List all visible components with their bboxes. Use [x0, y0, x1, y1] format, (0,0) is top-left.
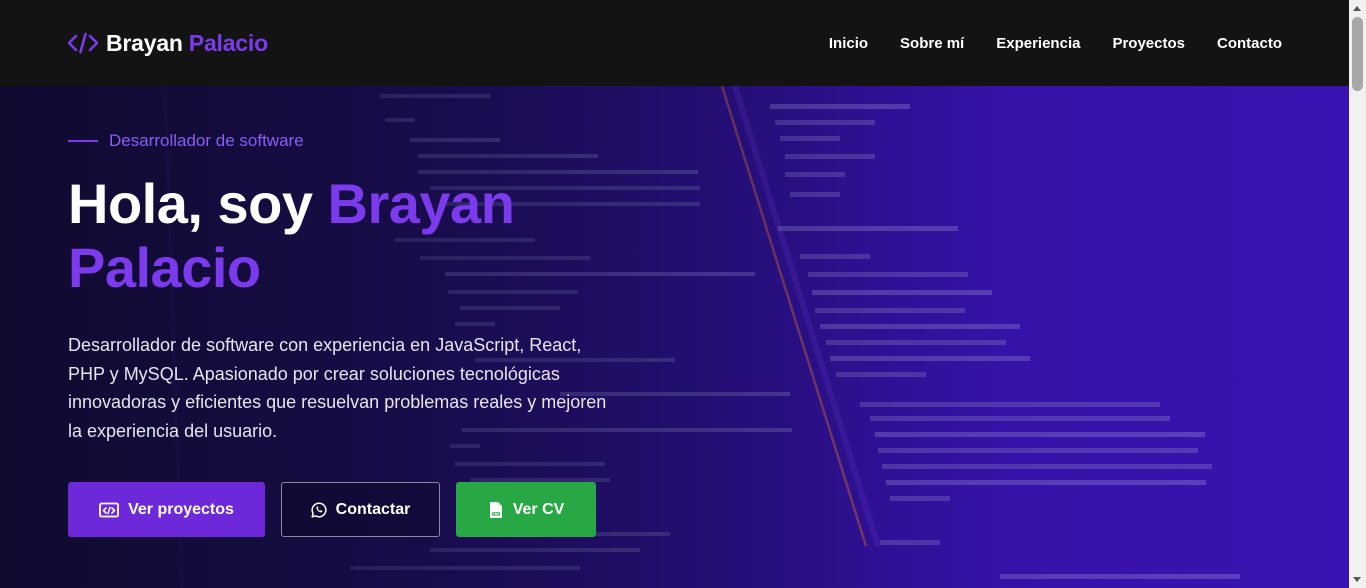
- hero-eyebrow-text: Desarrollador de software: [109, 131, 304, 150]
- pdf-file-icon: PDF: [488, 501, 504, 519]
- code-icon: [68, 32, 98, 54]
- hero-description: Desarrollador de software con experienci…: [68, 335, 607, 441]
- view-projects-label: Ver proyectos: [128, 500, 234, 518]
- page-scrollbar[interactable]: [1349, 0, 1366, 588]
- nav-item-proyectos[interactable]: Proyectos: [1112, 35, 1185, 52]
- hero-section: Desarrollador de software Hola, soy Bray…: [0, 86, 1349, 588]
- contact-label: Contactar: [335, 500, 411, 518]
- hero-eyebrow: Desarrollador de software: [68, 131, 304, 151]
- navbar: Brayan Palacio Inicio Sobre mí Experienci…: [0, 0, 1349, 86]
- hero-buttons: Ver proyectos Contactar PDF Ver CV: [68, 482, 596, 537]
- brand-first-name: Brayan: [106, 29, 183, 56]
- nav-item-experiencia[interactable]: Experiencia: [996, 35, 1080, 52]
- nav-item-contacto[interactable]: Contacto: [1217, 35, 1282, 52]
- view-projects-button[interactable]: Ver proyectos: [68, 482, 265, 537]
- nav-item-inicio[interactable]: Inicio: [829, 35, 868, 52]
- main-nav: Inicio Sobre mí Experiencia Proyectos Co…: [829, 35, 1282, 52]
- brand-logo[interactable]: Brayan Palacio: [68, 30, 268, 57]
- nav-item-sobre-mi[interactable]: Sobre mí: [900, 35, 964, 52]
- scroll-up-arrow-icon[interactable]: [1353, 6, 1361, 11]
- scrollbar-thumb[interactable]: [1352, 17, 1363, 91]
- svg-text:PDF: PDF: [492, 512, 499, 516]
- brand-last-name: Palacio: [188, 29, 268, 56]
- hero-title-prefix: Hola, soy: [68, 172, 328, 235]
- contact-button[interactable]: Contactar: [281, 482, 440, 537]
- hero-title: Hola, soy Brayan Palacio: [68, 172, 628, 300]
- view-cv-label: Ver CV: [512, 500, 565, 518]
- eyebrow-divider: [68, 140, 98, 142]
- scroll-down-arrow-icon[interactable]: [1353, 577, 1361, 582]
- whatsapp-icon: [311, 501, 327, 518]
- view-cv-button[interactable]: PDF Ver CV: [456, 482, 596, 537]
- code-window-icon: [99, 502, 119, 518]
